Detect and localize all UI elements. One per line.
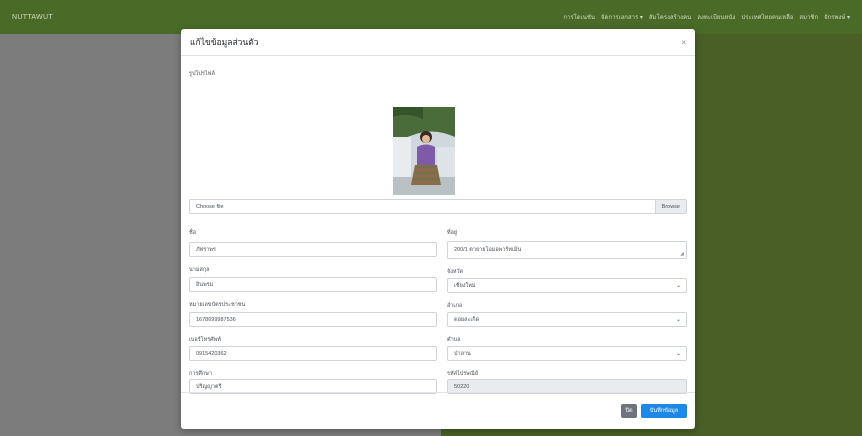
province-select[interactable]: เชียงใหม่ ⌄ [447,278,687,293]
profile-label: รูปโปรไฟล์ [189,71,215,77]
profile-photo [393,107,455,195]
name-label: ชื่อ [189,230,197,236]
modal-title: แก้ไขข้อมูลส่วนตัว [190,37,259,47]
chevron-down-icon: ⌄ [675,351,681,357]
address-value: 200/1 ตายายโอมอพาร์ทเม้น [454,247,522,253]
district-label: อำเภอ [447,303,463,309]
id-card-label: หมายเลขบัตรประชาชน [189,302,246,308]
close-icon[interactable]: × [681,38,686,47]
surname-input[interactable]: อินพรม [189,277,437,292]
surname-label: นามสกุล [189,267,210,273]
education-label: การศึกษา [189,371,212,377]
file-chooser[interactable]: Choose file Browse [189,199,687,214]
subdistrict-value: ป่าลาน [454,350,471,357]
resize-grip-icon[interactable]: ◢ [680,251,684,257]
chevron-down-icon: ⌄ [675,283,681,289]
close-button[interactable]: ปิด [621,404,637,418]
province-value: เชียงใหม่ [454,282,476,289]
modal-header: แก้ไขข้อมูลส่วนตัว × [181,29,695,56]
browse-button[interactable]: Browse [654,200,686,213]
modal-body: รูปโปรไฟล์ Choose file Browse ชื่อ ภัทรา… [181,56,695,394]
address-textarea[interactable]: 200/1 ตายายโอมอพาร์ทเม้น ◢ [447,241,687,259]
modal-footer: ปิด บันทึกข้อมูล [181,392,695,429]
province-label: จังหวัด [447,269,464,275]
address-label: ที่อยู่ [447,230,458,236]
id-card-input[interactable]: 1678699987536 [189,312,437,327]
phone-input[interactable]: 0915420362 [189,346,437,361]
phone-label: เบอร์โทรศัพท์ [189,337,221,343]
save-button[interactable]: บันทึกข้อมูล [641,404,687,418]
name-input[interactable]: ภัทราพร [189,242,437,257]
district-select[interactable]: ดอยสะเก็ด ⌄ [447,312,687,327]
zipcode-label: รหัสไปรษณีย์ [447,371,479,377]
subdistrict-select[interactable]: ป่าลาน ⌄ [447,346,687,361]
subdistrict-label: ตำบล [447,337,461,343]
district-value: ดอยสะเก็ด [454,316,480,323]
chevron-down-icon: ⌄ [675,317,681,323]
file-placeholder[interactable]: Choose file [190,204,655,210]
edit-profile-modal: แก้ไขข้อมูลส่วนตัว × รูปโปรไฟล์ Choose f… [181,29,695,429]
